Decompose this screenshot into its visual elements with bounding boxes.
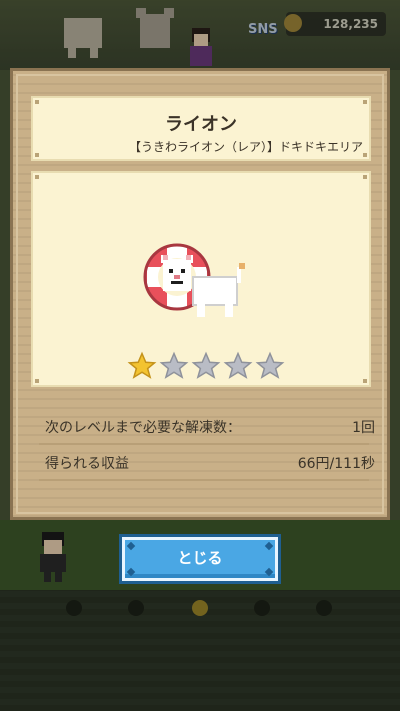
divider <box>39 479 369 481</box>
star-empty-icon <box>191 351 221 379</box>
income-label: 得られる収益 <box>45 456 129 472</box>
character-image-panel <box>31 171 371 387</box>
game-screen: SNS 128,235 ライオン 【うきわライオン（レア）】ドキドキエリア 次の… <box>0 0 400 711</box>
title-panel: ライオン 【うきわライオン（レア）】ドキドキエリア <box>31 96 371 161</box>
character-detail-dialog: ライオン 【うきわライオン（レア）】ドキドキエリア 次のレベルまで必要な解凍数：… <box>10 68 390 520</box>
star-empty-icon <box>159 351 189 379</box>
star-filled-icon <box>127 351 157 379</box>
close-button[interactable]: とじる <box>122 537 278 581</box>
divider <box>39 443 369 445</box>
close-button-label: とじる <box>177 549 223 567</box>
next-level-label: 次のレベルまで必要な解凍数： <box>45 420 241 436</box>
next-level-value: 1回 <box>352 420 375 436</box>
character-name: ライオン <box>165 114 237 135</box>
income-value: 66円/111秒 <box>297 456 375 472</box>
lion-with-float-ring-icon <box>143 243 245 317</box>
star-empty-icon <box>223 351 253 379</box>
star-empty-icon <box>255 351 285 379</box>
character-description: 【うきわライオン（レア）】ドキドキエリア <box>128 140 363 154</box>
